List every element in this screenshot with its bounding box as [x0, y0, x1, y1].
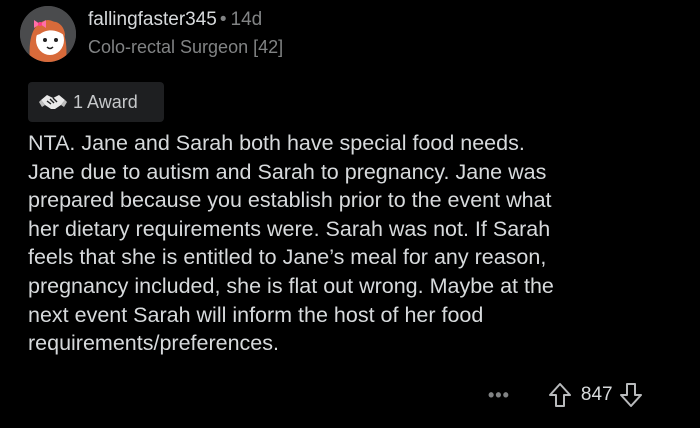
comment-actions: ••• 847 [480, 377, 688, 413]
comment-line: next event Sarah will inform the host of… [28, 302, 484, 327]
downvote-button[interactable] [619, 382, 643, 408]
upvote-button[interactable] [548, 382, 572, 408]
comment-line: NTA. Jane and Sarah both have special fo… [28, 131, 525, 155]
comment-line: her dietary requirements were. Sarah was… [28, 216, 551, 241]
comment-header: fallingfaster345 • 14d [88, 9, 262, 31]
user-flair: Colo-rectal Surgeon [42] [88, 37, 284, 57]
comment-line: requirements/preferences. [28, 331, 279, 356]
award-label: 1 Award [73, 91, 138, 112]
header-separator: • [219, 9, 227, 30]
award-badge[interactable]: 1 Award [28, 82, 164, 122]
username[interactable]: fallingfaster345 [88, 9, 217, 30]
comment-line: pregnancy included, she is flat out wron… [28, 273, 554, 298]
upvote-arrow-icon [548, 383, 571, 407]
avatar-icon [20, 6, 76, 62]
downvote-arrow-icon [619, 383, 642, 407]
comment-age: 14d [230, 9, 263, 30]
avatar[interactable] [20, 6, 76, 62]
comment-line: Jane due to autism and Sarah to pregnanc… [28, 159, 547, 184]
more-options-button[interactable]: ••• [488, 385, 510, 406]
vote-score: 847 [580, 384, 613, 405]
comment-body: NTA. Jane and Sarah both have special fo… [28, 129, 688, 358]
award-icon [39, 91, 67, 113]
comment-line: prepared because you establish prior to … [28, 188, 552, 213]
comment-line: feels that she is entitled to Jane’s mea… [28, 245, 547, 270]
